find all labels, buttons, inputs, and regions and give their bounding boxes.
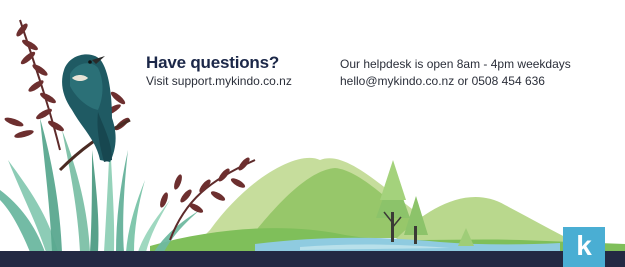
- kindo-logo-letter: k: [576, 229, 592, 261]
- support-link[interactable]: Visit support.mykindo.co.nz: [146, 73, 292, 89]
- helpdesk-contact[interactable]: hello@mykindo.co.nz or 0508 454 636: [340, 73, 571, 90]
- helpdesk-hours: Our helpdesk is open 8am - 4pm weekdays: [340, 57, 571, 71]
- flax-flower-petals: [4, 23, 250, 213]
- questions-heading: Have questions?: [146, 53, 280, 72]
- support-banner: Have questions? Visit support.mykindo.co…: [0, 0, 625, 267]
- footer-bar: [0, 251, 625, 267]
- kindo-logo: k: [563, 227, 605, 267]
- questions-block: Have questions? Visit support.mykindo.co…: [146, 53, 292, 89]
- helpdesk-info: Our helpdesk is open 8am - 4pm weekdays …: [340, 56, 571, 90]
- nz-landscape-illustration: [0, 19, 625, 252]
